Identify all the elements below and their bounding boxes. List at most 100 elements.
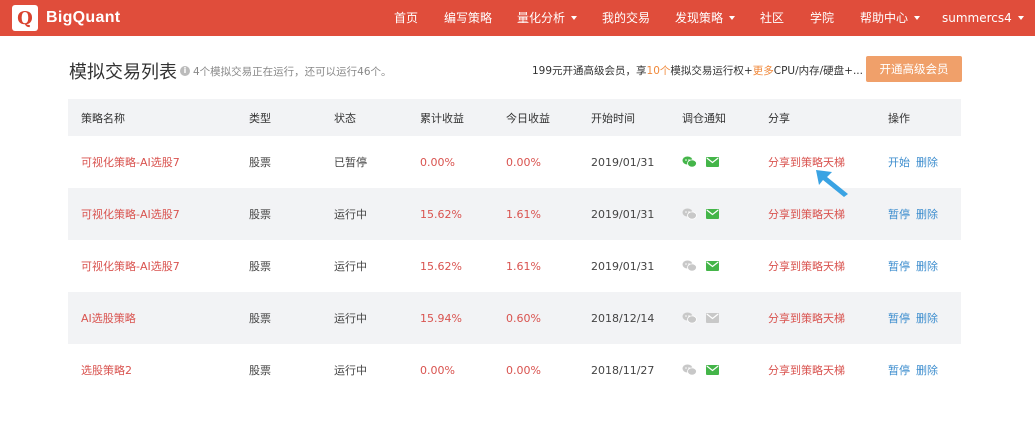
nav-community[interactable]: 社区: [760, 0, 784, 36]
share-link[interactable]: 分享到策略天梯: [768, 292, 845, 344]
pause-button[interactable]: 暂停: [888, 258, 910, 274]
delete-button[interactable]: 删除: [916, 206, 938, 222]
wechat-icon[interactable]: [682, 364, 697, 376]
nav-label: 首页: [394, 11, 419, 25]
today-return-cell: 1.61%: [506, 259, 541, 273]
table-row: 选股策略2 股票 运行中 0.00% 0.00% 2018/11/27 分享到策略天梯 暂停删…: [68, 344, 961, 396]
promo-part: 模拟交易运行权+: [670, 65, 753, 77]
promo-part: 199元开通高级会员，享: [532, 65, 647, 77]
type-cell: 股票: [249, 364, 271, 377]
col-header: 策略名称: [81, 111, 125, 125]
pause-button[interactable]: 暂停: [888, 310, 910, 326]
mail-icon[interactable]: [706, 261, 719, 271]
delete-button[interactable]: 删除: [916, 258, 938, 274]
nav-label: 社区: [760, 11, 785, 25]
operation-cell: 暂停 删除: [888, 344, 938, 396]
wechat-icon[interactable]: [682, 156, 697, 168]
chevron-down-icon: [729, 15, 736, 20]
operation-cell: 开始 删除: [888, 136, 938, 188]
vip-promo-text: 199元开通高级会员，享10个模拟交易运行权+更多CPU/内存/硬盘+...: [532, 63, 863, 78]
running-count-note: 4个模拟交易正在运行，还可以运行46个。: [193, 66, 392, 78]
total-return-cell: 0.00%: [420, 363, 455, 377]
mail-icon[interactable]: [706, 313, 719, 323]
logo-mark: Q: [12, 5, 38, 31]
status-cell: 运行中: [334, 208, 367, 221]
operation-cell: 暂停 删除: [888, 292, 938, 344]
nav-label: 我的交易: [602, 11, 651, 25]
notify-cell: [682, 240, 719, 292]
start-date-cell: 2018/11/27: [591, 363, 655, 377]
nav-quant-analysis[interactable]: 量化分析: [517, 0, 578, 36]
mail-icon[interactable]: [706, 365, 719, 375]
strategy-name-link[interactable]: 可视化策略-AI选股7: [81, 136, 180, 188]
page-title: 模拟交易列表: [69, 62, 177, 83]
nav-label: 帮助中心: [860, 11, 909, 25]
username: summercs4: [942, 11, 1012, 25]
strategy-name-link[interactable]: 可视化策略-AI选股7: [81, 188, 180, 240]
mail-icon[interactable]: [706, 209, 719, 219]
user-menu[interactable]: summercs4: [942, 0, 1024, 36]
pause-button[interactable]: 暂停: [888, 206, 910, 222]
pause-button[interactable]: 暂停: [888, 362, 910, 378]
table-header: 策略名称 类型 状态 累计收益 今日收益 开始时间 调仓通知 分享 操作: [68, 99, 961, 136]
nav-label: 学院: [810, 11, 835, 25]
start-date-cell: 2019/01/31: [591, 207, 655, 221]
col-header: 累计收益: [420, 111, 464, 125]
notify-cell: [682, 136, 719, 188]
today-return-cell: 0.00%: [506, 155, 541, 169]
type-cell: 股票: [249, 312, 271, 325]
start-button[interactable]: 开始: [888, 154, 910, 170]
start-date-cell: 2018/12/14: [591, 311, 655, 325]
share-link[interactable]: 分享到策略天梯: [768, 240, 845, 292]
col-header: 分享: [768, 111, 790, 125]
type-cell: 股票: [249, 208, 271, 221]
nav-home[interactable]: 首页: [394, 0, 418, 36]
mail-icon[interactable]: [706, 157, 719, 167]
col-header: 开始时间: [591, 111, 635, 125]
nav-my-trades[interactable]: 我的交易: [602, 0, 650, 36]
delete-button[interactable]: 删除: [916, 310, 938, 326]
strategy-name-link[interactable]: AI选股策略: [81, 292, 136, 344]
chevron-down-icon: [571, 15, 578, 20]
wechat-icon[interactable]: [682, 208, 697, 220]
share-link[interactable]: 分享到策略天梯: [768, 344, 845, 396]
today-return-cell: 1.61%: [506, 207, 541, 221]
wechat-icon[interactable]: [682, 312, 697, 324]
col-header: 调仓通知: [682, 111, 726, 125]
today-return-cell: 0.60%: [506, 311, 541, 325]
promo-highlight: 10个: [646, 65, 671, 77]
col-header: 类型: [249, 111, 271, 125]
table-row: AI选股策略 股票 运行中 15.94% 0.60% 2018/12/14 分享到策略天梯暂…: [68, 292, 961, 344]
nav-label: 量化分析: [517, 11, 566, 25]
brand-logo[interactable]: Q BigQuant: [12, 5, 120, 31]
today-return-cell: 0.00%: [506, 363, 541, 377]
col-header: 状态: [334, 111, 356, 125]
total-return-cell: 15.62%: [420, 207, 462, 221]
promo-highlight: 更多: [752, 65, 774, 77]
brand-name: BigQuant: [46, 9, 121, 26]
status-cell: 运行中: [334, 260, 367, 273]
strategy-name-link[interactable]: 选股策略2: [81, 344, 132, 396]
status-cell: 已暂停: [334, 156, 367, 169]
delete-button[interactable]: 删除: [916, 362, 938, 378]
wechat-icon[interactable]: [682, 260, 697, 272]
nav-label: 发现策略: [675, 11, 724, 25]
total-return-cell: 0.00%: [420, 155, 455, 169]
delete-button[interactable]: 删除: [916, 154, 938, 170]
notify-cell: [682, 292, 719, 344]
col-header: 今日收益: [506, 111, 550, 125]
chevron-down-icon: [1017, 15, 1024, 20]
nav-academy[interactable]: 学院: [810, 0, 834, 36]
total-return-cell: 15.62%: [420, 259, 462, 273]
table-row: 可视化策略-AI选股7 股票 运行中 15.62% 1.61% 2019/01/31 分享到…: [68, 240, 961, 292]
nav-discover-strategy[interactable]: 发现策略: [675, 0, 736, 36]
top-navbar: Q BigQuant 首页 编写策略 量化分析 我的交易 发现策略 社区 学院 …: [0, 0, 1035, 36]
strategy-name-link[interactable]: 可视化策略-AI选股7: [81, 240, 180, 292]
operation-cell: 暂停 删除: [888, 240, 938, 292]
status-cell: 运行中: [334, 364, 367, 377]
nav-label: 编写策略: [444, 11, 493, 25]
notify-cell: [682, 188, 719, 240]
open-vip-button[interactable]: 开通高级会员: [866, 56, 962, 82]
nav-write-strategy[interactable]: 编写策略: [444, 0, 492, 36]
nav-help-center[interactable]: 帮助中心: [860, 0, 921, 36]
